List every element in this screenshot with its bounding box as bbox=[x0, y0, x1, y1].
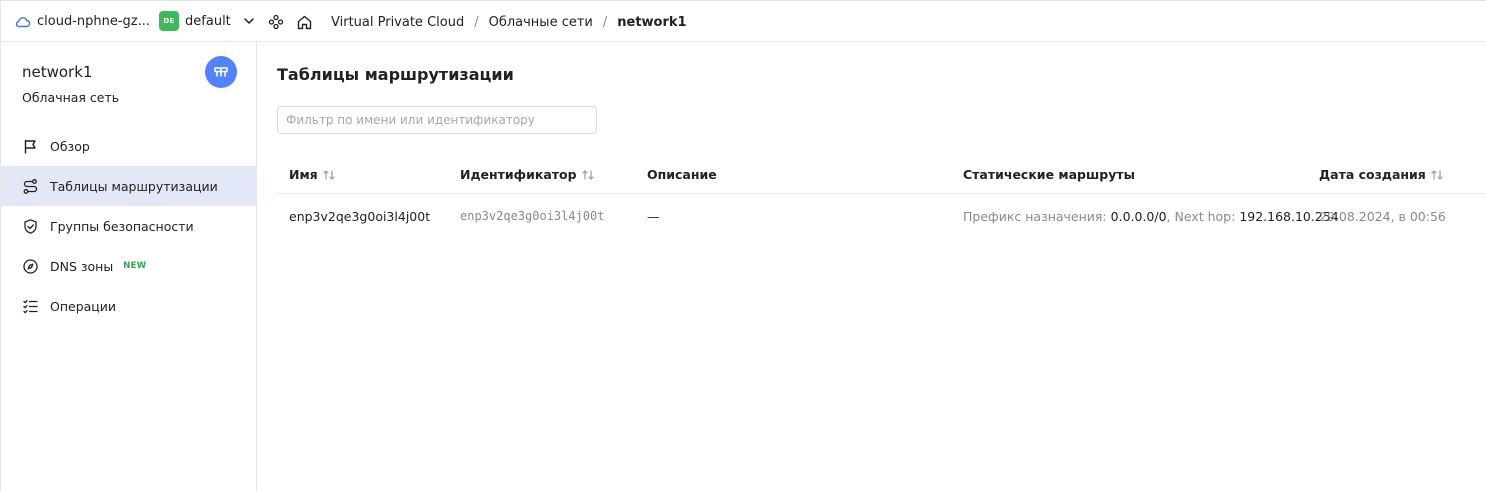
sidebar: network1 Облачная сеть Обзор Таблицы мар… bbox=[0, 42, 257, 492]
column-header-label: Статические маршруты bbox=[963, 167, 1135, 182]
sidebar-item-security-groups[interactable]: Группы безопасности bbox=[1, 206, 257, 246]
route-separator: , bbox=[1166, 208, 1171, 224]
shield-icon bbox=[22, 218, 39, 235]
sort-icon[interactable] bbox=[1430, 168, 1444, 182]
sidebar-nav: Обзор Таблицы маршрутизации Группы безоп… bbox=[1, 126, 257, 326]
breadcrumb-vpc[interactable]: Virtual Private Cloud bbox=[331, 15, 464, 30]
sidebar-item-label: Обзор bbox=[50, 138, 90, 154]
breadcrumb-separator: / bbox=[602, 14, 608, 30]
table-header: Имя Идентификатор Описание Статические м… bbox=[277, 155, 1486, 194]
cloud-name: cloud-nphne-gz... bbox=[37, 13, 151, 29]
sort-icon[interactable] bbox=[581, 168, 595, 182]
column-header-label: Имя bbox=[289, 167, 318, 182]
sidebar-item-overview[interactable]: Обзор bbox=[1, 126, 257, 166]
sidebar-item-label: Таблицы маршрутизации bbox=[50, 178, 218, 194]
top-bar: cloud-nphne-gz... DE default Virtual Pri… bbox=[0, 0, 1486, 42]
folder-badge: DE bbox=[159, 11, 180, 31]
route-hop-label: Next hop: bbox=[1174, 208, 1236, 224]
home-icon[interactable] bbox=[295, 13, 313, 31]
column-header-label: Описание bbox=[647, 167, 717, 182]
cell-created: 29.08.2024, в 00:56 bbox=[1319, 208, 1446, 224]
sidebar-item-label: Операции bbox=[50, 298, 117, 314]
route-icon bbox=[22, 178, 39, 195]
breadcrumb: Virtual Private Cloud / Облачные сети / … bbox=[331, 1, 687, 43]
breadcrumb-networks[interactable]: Облачные сети bbox=[489, 15, 593, 30]
sidebar-subtitle: Облачная сеть bbox=[22, 90, 120, 105]
cell-name[interactable]: enp3v2qe3g0oi3l4j00t bbox=[289, 194, 430, 238]
table-row[interactable]: enp3v2qe3g0oi3l4j00t enp3v2qe3g0oi3l4j00… bbox=[277, 194, 1486, 238]
cell-static-routes: Префикс назначения: 0.0.0.0/0, Next hop:… bbox=[963, 194, 1339, 238]
column-header-description: Описание bbox=[647, 155, 717, 194]
breadcrumb-current: network1 bbox=[617, 14, 687, 30]
breadcrumb-separator: / bbox=[474, 14, 479, 30]
column-header-label: Идентификатор bbox=[460, 167, 577, 182]
flag-icon bbox=[22, 138, 39, 155]
services-icon[interactable] bbox=[267, 13, 285, 31]
route-prefix-label: Префикс назначения: bbox=[963, 208, 1107, 224]
new-badge: NEW bbox=[123, 261, 147, 271]
route-tables-table: Имя Идентификатор Описание Статические м… bbox=[277, 155, 1486, 238]
chevron-down-icon[interactable] bbox=[241, 13, 257, 29]
column-header-id[interactable]: Идентификатор bbox=[460, 155, 595, 194]
cell-id: enp3v2qe3g0oi3l4j00t bbox=[460, 209, 605, 223]
sidebar-item-dns-zones[interactable]: DNS зоны NEW bbox=[1, 246, 257, 286]
sidebar-title: network1 bbox=[22, 63, 93, 81]
page-title: Таблицы маршрутизации bbox=[277, 65, 514, 84]
sidebar-item-label: DNS зоны bbox=[50, 258, 114, 274]
network-avatar bbox=[205, 56, 237, 88]
sidebar-item-operations[interactable]: Операции bbox=[1, 286, 257, 326]
sidebar-item-route-tables[interactable]: Таблицы маршрутизации bbox=[1, 166, 257, 206]
cell-description: — bbox=[647, 208, 660, 224]
column-header-label: Дата создания bbox=[1319, 167, 1426, 182]
cloud-selector[interactable]: cloud-nphne-gz... DE default bbox=[1, 1, 257, 41]
folder-name: default bbox=[185, 13, 231, 29]
main-content: Таблицы маршрутизации Имя Идентификатор … bbox=[257, 42, 1486, 492]
compass-icon bbox=[22, 258, 39, 275]
route-prefix-value: 0.0.0.0/0 bbox=[1110, 208, 1167, 224]
sidebar-item-label: Группы безопасности bbox=[50, 218, 194, 234]
column-header-static-routes: Статические маршруты bbox=[963, 155, 1135, 194]
sort-icon[interactable] bbox=[322, 168, 336, 182]
cloud-icon bbox=[14, 13, 31, 30]
column-header-name[interactable]: Имя bbox=[289, 155, 336, 194]
search-input[interactable] bbox=[277, 106, 597, 134]
column-header-created[interactable]: Дата создания bbox=[1319, 155, 1444, 194]
list-check-icon bbox=[22, 298, 39, 315]
